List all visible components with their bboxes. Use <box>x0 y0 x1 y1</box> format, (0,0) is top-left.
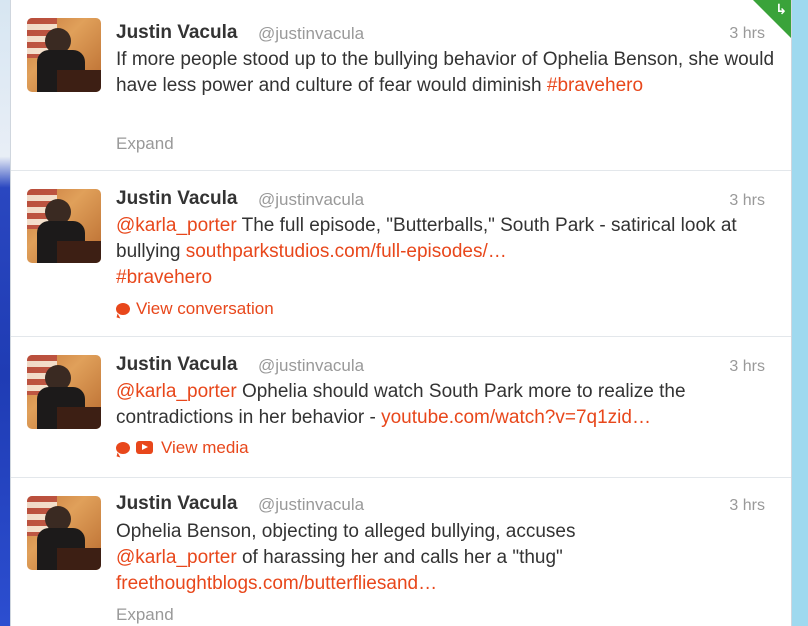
background-right <box>790 0 808 626</box>
author-name[interactable]: Justin Vacula <box>116 22 237 44</box>
play-video-icon <box>136 441 153 454</box>
avatar-podium <box>57 548 101 570</box>
avatar-podium <box>57 70 101 92</box>
tweet-timestamp[interactable]: 3 hrs <box>729 358 765 376</box>
author-handle[interactable]: @justinvacula <box>258 356 364 376</box>
tweet-text: Ophelia Benson, objecting to alleged bul… <box>116 519 776 597</box>
url-link[interactable]: southparkstudios.com/full-episodes/… <box>186 241 507 262</box>
author-name[interactable]: Justin Vacula <box>116 493 237 515</box>
avatar-podium <box>57 407 101 429</box>
mention-link[interactable]: @karla_porter <box>116 215 237 236</box>
tweet-item[interactable]: Justin Vacula @justinvacula 3 hrs @karla… <box>11 171 791 337</box>
tweet-text-body: If more people stood up to the bullying … <box>116 49 775 96</box>
tweet-text: @karla_porter The full episode, "Butterb… <box>116 213 776 291</box>
view-conversation-label: View conversation <box>136 299 274 318</box>
speech-bubble-icon <box>116 303 130 315</box>
mention-link[interactable]: @karla_porter <box>116 547 237 568</box>
tweet-item[interactable]: Justin Vacula @justinvacula 3 hrs @karla… <box>11 337 791 478</box>
avatar[interactable] <box>27 496 101 570</box>
url-link[interactable]: youtube.com/watch?v=7q1zid… <box>381 407 651 428</box>
tweet-timestamp[interactable]: 3 hrs <box>729 497 765 515</box>
tweet-item[interactable]: Justin Vacula @justinvacula 3 hrs Opheli… <box>11 478 791 626</box>
avatar[interactable] <box>27 189 101 263</box>
tweet-text-body-2: of harassing her and calls her a "thug" <box>236 547 563 568</box>
tweet-text-body: Ophelia Benson, objecting to alleged bul… <box>116 521 576 542</box>
tweet-item[interactable]: Justin Vacula @justinvacula 3 hrs If mor… <box>11 0 791 171</box>
avatar[interactable] <box>27 18 101 92</box>
view-conversation-link[interactable]: View conversation <box>116 299 274 319</box>
speech-bubble-icon <box>116 442 130 454</box>
tweet-timeline: ↳ Justin Vacula @justinvacula 3 hrs If m… <box>10 0 792 626</box>
avatar[interactable] <box>27 355 101 429</box>
tweet-timestamp[interactable]: 3 hrs <box>729 192 765 210</box>
author-handle[interactable]: @justinvacula <box>258 495 364 515</box>
view-media-link[interactable]: View media <box>116 438 249 458</box>
author-name[interactable]: Justin Vacula <box>116 188 237 210</box>
avatar-podium <box>57 241 101 263</box>
author-handle[interactable]: @justinvacula <box>258 190 364 210</box>
view-media-label: View media <box>161 438 249 457</box>
expand-link[interactable]: Expand <box>116 605 174 625</box>
url-link[interactable]: freethoughtblogs.com/butterfliesand… <box>116 573 437 594</box>
tweet-text: @karla_porter Ophelia should watch South… <box>116 379 776 431</box>
tweet-timestamp[interactable]: 3 hrs <box>729 25 765 43</box>
author-handle[interactable]: @justinvacula <box>258 24 364 44</box>
tweet-text: If more people stood up to the bullying … <box>116 47 776 99</box>
hashtag-link[interactable]: #bravehero <box>547 75 643 96</box>
mention-link[interactable]: @karla_porter <box>116 381 237 402</box>
hashtag-link[interactable]: #bravehero <box>116 267 212 288</box>
expand-link[interactable]: Expand <box>116 134 174 154</box>
author-name[interactable]: Justin Vacula <box>116 354 237 376</box>
